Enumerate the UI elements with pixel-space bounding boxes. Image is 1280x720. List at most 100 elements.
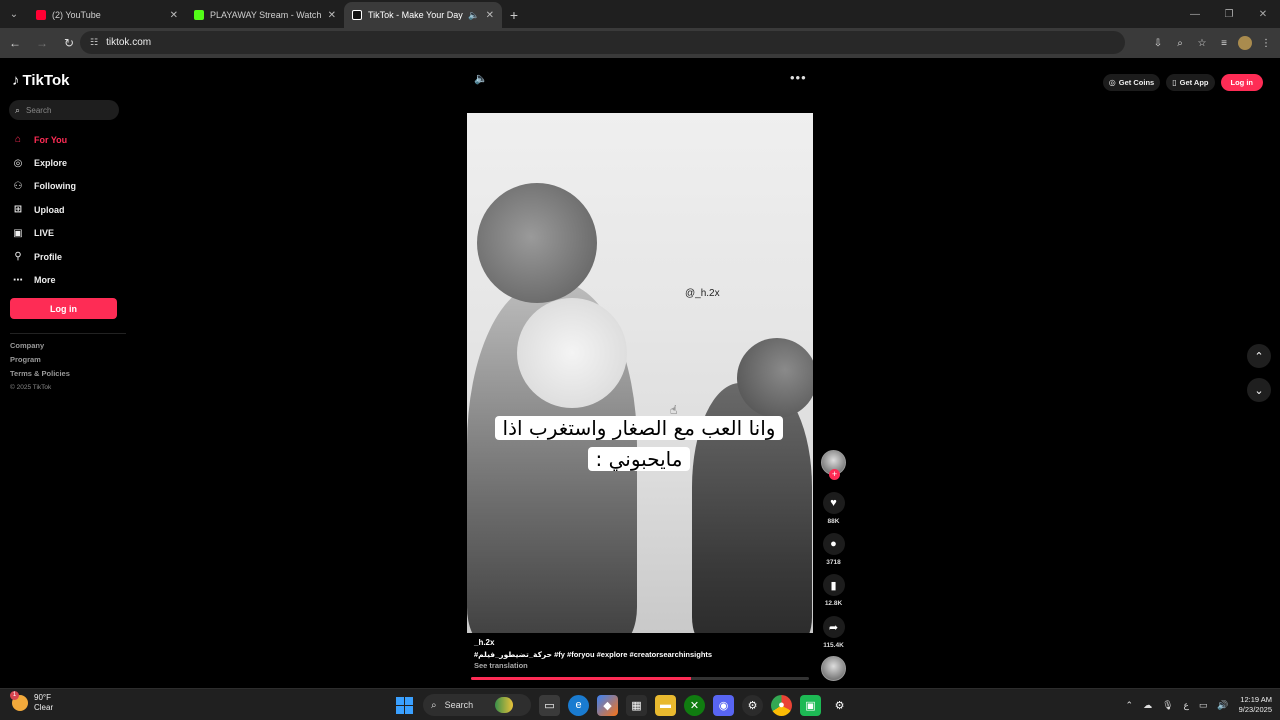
system-tray: ⌃ ☁ 🎙 ع ▭ 🔊 12:19 AM 9/23/2025 bbox=[1126, 693, 1272, 717]
tab-search-icon[interactable]: ⌄ bbox=[0, 0, 28, 28]
video-meta: _h.2x #حركة_تضيطور_فيلم #fy #foryou #exp… bbox=[474, 638, 814, 671]
forward-icon[interactable]: → bbox=[30, 31, 54, 55]
profile-avatar[interactable] bbox=[1238, 36, 1252, 50]
video-player[interactable]: @_h.2x وانا العب مع الصغار واستغرب اذا م… bbox=[467, 113, 813, 633]
url-field[interactable]: ☷ tiktok.com bbox=[80, 31, 1125, 54]
steam-icon[interactable]: ⚙ bbox=[742, 694, 763, 716]
sidebar-item-explore[interactable]: ◎ Explore bbox=[10, 151, 120, 174]
footer-link-program[interactable]: Program bbox=[10, 355, 70, 369]
creator-avatar[interactable]: + bbox=[821, 450, 846, 480]
share-icon[interactable]: ➦ bbox=[822, 616, 845, 638]
browser-menu-icon[interactable]: ⋮ bbox=[1258, 35, 1274, 51]
reload-icon[interactable]: ↻ bbox=[57, 31, 81, 55]
volume-icon[interactable]: 🔈 bbox=[474, 72, 488, 85]
discord-icon[interactable]: ◉ bbox=[713, 694, 734, 716]
chrome-icon[interactable]: ● bbox=[771, 694, 792, 716]
new-tab-button[interactable]: + bbox=[502, 2, 526, 28]
xbox-icon[interactable]: ✕ bbox=[684, 694, 705, 716]
tab-title: TikTok - Make Your Day bbox=[368, 10, 463, 20]
get-app-button[interactable]: ▯ Get App bbox=[1166, 74, 1215, 91]
comment-icon[interactable]: ● bbox=[822, 533, 845, 555]
comment-action[interactable]: ● 3718 bbox=[821, 533, 846, 566]
tab-title: PLAYAWAY Stream - Watch Live bbox=[210, 10, 322, 20]
tab-tiktok[interactable]: TikTok - Make Your Day 🔈 ✕ bbox=[344, 2, 502, 28]
file-explorer-icon[interactable]: ▬ bbox=[655, 694, 676, 716]
video-person-left-head bbox=[477, 183, 597, 303]
site-info-icon[interactable]: ☷ bbox=[90, 37, 98, 48]
task-view-icon[interactable]: ▭ bbox=[539, 694, 560, 716]
reading-list-icon[interactable]: ≡ bbox=[1216, 35, 1232, 51]
heart-icon[interactable]: ♥ bbox=[822, 492, 845, 514]
sidebar-item-following[interactable]: ⚇ Following bbox=[10, 175, 120, 198]
android-app-icon[interactable]: ▣ bbox=[800, 694, 821, 716]
previous-video-button[interactable]: ⌃ bbox=[1247, 344, 1271, 368]
close-tab-icon[interactable]: ✕ bbox=[328, 10, 336, 21]
share-action[interactable]: ➦ 115.4K bbox=[821, 616, 846, 649]
edge-icon[interactable]: e bbox=[568, 694, 589, 716]
sidebar-item-live[interactable]: ▣ LIVE bbox=[10, 222, 120, 245]
language-icon[interactable]: ع bbox=[1184, 700, 1189, 711]
close-tab-icon[interactable]: ✕ bbox=[486, 10, 494, 21]
weather-condition: Clear bbox=[34, 703, 54, 712]
tiktok-logo[interactable]: ♪ TikTok bbox=[12, 72, 69, 89]
footer-link-terms[interactable]: Terms & Policies bbox=[10, 369, 70, 383]
weather-widget[interactable]: 1 90°F Clear bbox=[10, 691, 54, 713]
minimize-icon[interactable]: — bbox=[1178, 0, 1212, 28]
youtube-icon bbox=[36, 10, 46, 20]
profile-icon: ⚲ bbox=[14, 251, 22, 263]
windows-start-icon[interactable] bbox=[394, 695, 415, 716]
see-translation-link[interactable]: See translation bbox=[474, 661, 814, 671]
tab-playaway[interactable]: PLAYAWAY Stream - Watch Live ✕ bbox=[186, 2, 344, 28]
sidebar-item-more[interactable]: ⋯ More bbox=[10, 268, 120, 291]
footer-link-company[interactable]: Company bbox=[10, 341, 70, 355]
speaker-icon[interactable]: 🔊 bbox=[1217, 700, 1228, 711]
sidebar-item-for-you[interactable]: ⌂ For You bbox=[10, 128, 120, 151]
tab-youtube[interactable]: (2) YouTube ✕ bbox=[28, 2, 186, 28]
more-icon: ⋯ bbox=[13, 274, 23, 286]
restore-icon[interactable]: ❐ bbox=[1212, 0, 1246, 28]
tab-audio-icon[interactable]: 🔈 bbox=[468, 10, 479, 21]
bookmark-icon[interactable]: ▮ bbox=[822, 574, 845, 596]
follow-plus-icon[interactable]: + bbox=[829, 469, 840, 480]
video-progress-bar[interactable] bbox=[471, 677, 809, 680]
taskbar-apps: ⌕ Search ▭ e ◆ ▦ ▬ ✕ ◉ ⚙ ● ▣ ⚙ bbox=[394, 693, 850, 717]
like-action[interactable]: ♥ 88K bbox=[821, 492, 846, 525]
video-progress-fill bbox=[471, 677, 691, 680]
home-icon: ⌂ bbox=[14, 134, 22, 146]
get-coins-button[interactable]: ◎ Get Coins bbox=[1102, 74, 1161, 91]
store-icon[interactable]: ▦ bbox=[626, 694, 647, 716]
sidebar-divider bbox=[10, 333, 126, 334]
video-description: #حركة_تضيطور_فيلم #fy #foryou #explore #… bbox=[474, 650, 713, 659]
tiktok-note-icon: ♪ bbox=[12, 72, 20, 89]
sidebar-login-button[interactable]: Log in bbox=[10, 298, 117, 319]
sidebar-item-profile[interactable]: ⚲ Profile bbox=[10, 245, 120, 268]
taskbar-search[interactable]: ⌕ Search bbox=[423, 694, 531, 716]
network-icon[interactable]: ▭ bbox=[1199, 700, 1208, 711]
music-disc-avatar[interactable] bbox=[821, 656, 846, 681]
settings-gear-icon[interactable]: ⚙ bbox=[829, 695, 850, 716]
microphone-icon[interactable]: 🎙 bbox=[1162, 700, 1173, 711]
install-app-icon[interactable]: ⇩ bbox=[1150, 35, 1166, 51]
save-action[interactable]: ▮ 12.8K bbox=[821, 574, 846, 607]
bookmark-star-icon[interactable]: ☆ bbox=[1194, 35, 1210, 51]
next-video-button[interactable]: ⌄ bbox=[1247, 378, 1271, 402]
nav-label: Upload bbox=[34, 204, 65, 215]
clock-date: 9/23/2025 bbox=[1238, 705, 1272, 714]
author-name[interactable]: _h.2x bbox=[474, 638, 814, 650]
nav-label: LIVE bbox=[34, 228, 55, 239]
onedrive-icon[interactable]: ☁ bbox=[1143, 700, 1152, 711]
sidebar-item-upload[interactable]: ⊞ Upload bbox=[10, 198, 120, 221]
zoom-icon[interactable]: ⌕ bbox=[1172, 35, 1188, 51]
taskbar-clock[interactable]: 12:19 AM 9/23/2025 bbox=[1239, 695, 1272, 715]
tray-chevron-icon[interactable]: ⌃ bbox=[1126, 700, 1134, 711]
more-options-icon[interactable]: ••• bbox=[790, 70, 807, 85]
search-input[interactable]: ⌕ Search bbox=[9, 100, 119, 120]
close-window-icon[interactable]: ✕ bbox=[1246, 0, 1280, 28]
back-icon[interactable]: ← bbox=[3, 31, 27, 55]
close-tab-icon[interactable]: ✕ bbox=[170, 10, 178, 21]
header-login-button[interactable]: Log in bbox=[1220, 74, 1263, 91]
video-caption-overlay: وانا العب مع الصغار واستغرب اذا مايحبوني… bbox=[479, 413, 799, 475]
share-count: 115.4K bbox=[823, 642, 844, 649]
copilot-icon[interactable]: ◆ bbox=[597, 694, 618, 716]
action-bar: + ♥ 88K ● 3718 ▮ 12.8K ➦ 115.4K bbox=[821, 450, 846, 681]
